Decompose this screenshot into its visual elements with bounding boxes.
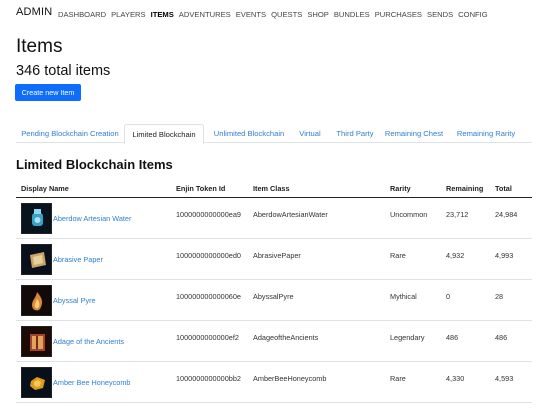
top-navbar: ADMIN DASHBOARD PLAYERS ITEMS ADVENTURES…: [0, 0, 554, 28]
water-bottle-icon[interactable]: [21, 203, 52, 234]
nav-dashboard[interactable]: DASHBOARD: [58, 10, 106, 19]
item-remaining: 0: [446, 292, 451, 301]
create-new-item-button[interactable]: Create new Item: [15, 84, 81, 101]
nav-sends[interactable]: SENDS: [427, 10, 453, 19]
item-class: AbyssalPyre: [253, 292, 294, 301]
tab-pending-blockchain-creation[interactable]: Pending Blockchain Creation: [16, 124, 124, 143]
item-type-tabs: Pending Blockchain Creation Limited Bloc…: [16, 124, 532, 144]
item-remaining: 23,712: [446, 210, 469, 219]
book-icon[interactable]: [21, 326, 52, 357]
item-name-link[interactable]: Adage of the Ancients: [53, 337, 124, 346]
item-name-link[interactable]: Aberdow Artesian Water: [53, 214, 131, 223]
page-title: Items: [16, 36, 63, 57]
col-total: Total: [495, 184, 512, 193]
item-class: AmberBeeHoneycomb: [253, 374, 327, 383]
item-total: 486: [495, 333, 508, 342]
brand-logo[interactable]: ADMIN: [16, 6, 52, 18]
paper-scroll-icon[interactable]: [21, 244, 52, 275]
item-class: AdageoftheAncients: [253, 333, 319, 342]
table-row: Amber Bee Honeycomb 1000000000000bb2 Amb…: [16, 362, 532, 403]
col-remaining: Remaining: [446, 184, 484, 193]
nav-players[interactable]: PLAYERS: [111, 10, 145, 19]
nav-items[interactable]: ITEMS: [151, 10, 174, 19]
table-row: Abrasive Paper 1000000000000ed0 Abrasive…: [16, 239, 532, 280]
tab-remaining-chest[interactable]: Remaining Chest: [382, 124, 446, 143]
tab-unlimited-blockchain[interactable]: Unlimited Blockchain: [206, 124, 292, 143]
item-total: 4,593: [495, 374, 514, 383]
tab-third-party[interactable]: Third Party: [330, 124, 380, 143]
item-name-link[interactable]: Abrasive Paper: [53, 255, 103, 264]
col-item-class: Item Class: [253, 184, 290, 193]
flame-icon[interactable]: [21, 285, 52, 316]
nav-quests[interactable]: QUESTS: [271, 10, 302, 19]
table-row: Adage of the Ancients 1000000000000ef2 A…: [16, 321, 532, 362]
item-rarity: Rare: [390, 251, 406, 260]
item-rarity: Rare: [390, 374, 406, 383]
total-items-count: 346 total items: [16, 63, 111, 79]
nav-bundles[interactable]: BUNDLES: [334, 10, 370, 19]
tab-limited-blockchain[interactable]: Limited Blockchain: [124, 124, 204, 144]
item-rarity: Uncommon: [390, 210, 428, 219]
honeycomb-icon[interactable]: [21, 367, 52, 398]
nav-adventures[interactable]: ADVENTURES: [179, 10, 231, 19]
item-class: AberdowArtesianWater: [253, 210, 328, 219]
section-title: Limited Blockchain Items: [16, 157, 173, 172]
item-token-id: 1000000000000ea9: [176, 210, 241, 219]
tab-remaining-rarity[interactable]: Remaining Rarity: [452, 124, 520, 143]
item-remaining: 4,932: [446, 251, 465, 260]
item-name-link[interactable]: Amber Bee Honeycomb: [53, 378, 130, 387]
item-name-link[interactable]: Abyssal Pyre: [53, 296, 96, 305]
nav-purchases[interactable]: PURCHASES: [375, 10, 422, 19]
nav-shop[interactable]: SHOP: [307, 10, 329, 19]
item-token-id: 1000000000000bb2: [176, 374, 241, 383]
item-remaining: 486: [446, 333, 459, 342]
nav-events[interactable]: EVENTS: [236, 10, 266, 19]
item-total: 4,993: [495, 251, 514, 260]
item-token-id: 100000000000060e: [176, 292, 241, 301]
item-class: AbrasivePaper: [253, 251, 301, 260]
tab-virtual[interactable]: Virtual: [292, 124, 328, 143]
col-enjin-token-id: Enjin Token Id: [176, 184, 226, 193]
nav-links: DASHBOARD PLAYERS ITEMS ADVENTURES EVENT…: [58, 10, 488, 19]
col-display-name: Display Name: [21, 184, 69, 193]
item-total: 28: [495, 292, 504, 301]
table-row: Aberdow Artesian Water 1000000000000ea9 …: [16, 198, 532, 239]
nav-config[interactable]: CONFIG: [458, 10, 488, 19]
item-total: 24,984: [495, 210, 518, 219]
item-token-id: 1000000000000ed0: [176, 251, 241, 260]
item-token-id: 1000000000000ef2: [176, 333, 239, 342]
item-rarity: Legendary: [390, 333, 425, 342]
item-rarity: Mythical: [390, 292, 417, 301]
col-rarity: Rarity: [390, 184, 411, 193]
item-remaining: 4,330: [446, 374, 465, 383]
table-row: Abyssal Pyre 100000000000060e AbyssalPyr…: [16, 280, 532, 321]
